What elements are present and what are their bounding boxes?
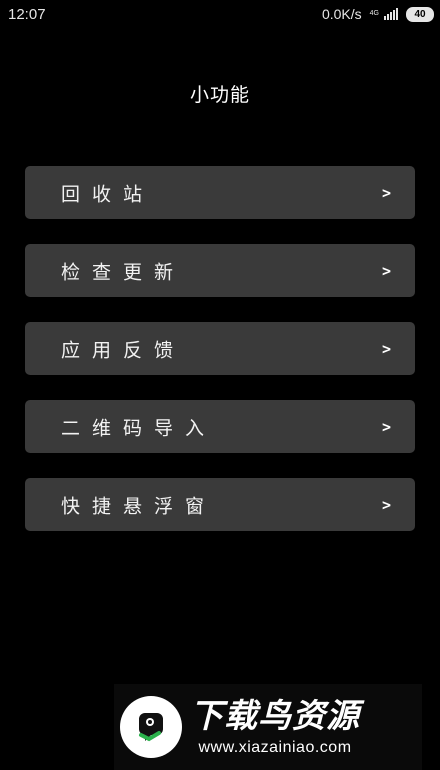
watermark: 下载鸟资源 www.xiazainiao.com — [114, 684, 422, 770]
chevron-right-icon: > — [381, 261, 391, 280]
menu-item-qrcode-import[interactable]: 二维码导入 > — [25, 400, 415, 453]
menu-item-label: 快捷悬浮窗 — [61, 495, 217, 517]
bird-logo-icon — [120, 696, 182, 758]
menu-item-label: 应用反馈 — [61, 339, 186, 361]
watermark-title: 下载鸟资源 — [190, 696, 360, 735]
chevron-right-icon: > — [381, 183, 391, 202]
chevron-right-icon: > — [381, 417, 391, 436]
page-title: 小功能 — [189, 84, 250, 106]
menu-item-check-update[interactable]: 检查更新 > — [25, 244, 415, 297]
network-speed: 0.0K/s — [321, 6, 362, 22]
menu-item-feedback[interactable]: 应用反馈 > — [25, 322, 415, 375]
network-type-icon: 4G — [370, 10, 379, 18]
chevron-right-icon: > — [381, 339, 391, 358]
status-indicators: 0.0K/s 4G 40 — [322, 6, 434, 22]
watermark-text: 下载鸟资源 www.xiazainiao.com — [190, 697, 360, 757]
menu-item-recycle-bin[interactable]: 回收站 > — [25, 166, 415, 219]
menu-item-label: 检查更新 — [61, 261, 186, 283]
battery-level: 40 — [414, 8, 426, 20]
menu-item-floating-window[interactable]: 快捷悬浮窗 > — [25, 478, 415, 531]
menu-item-label: 回收站 — [61, 183, 155, 205]
battery-icon: 40 — [406, 6, 434, 22]
chevron-right-icon: > — [381, 495, 391, 514]
status-time: 12:07 — [8, 6, 46, 23]
network-type-label: 4G — [369, 10, 379, 17]
menu-item-label: 二维码导入 — [61, 417, 217, 439]
feature-menu: 回收站 > 检查更新 > 应用反馈 > 二维码导入 > 快捷悬浮窗 > — [25, 166, 415, 556]
status-bar: 12:07 0.0K/s 4G 40 — [0, 0, 440, 30]
watermark-url: www.xiazainiao.com — [198, 739, 352, 756]
signal-strength-icon — [384, 8, 398, 20]
